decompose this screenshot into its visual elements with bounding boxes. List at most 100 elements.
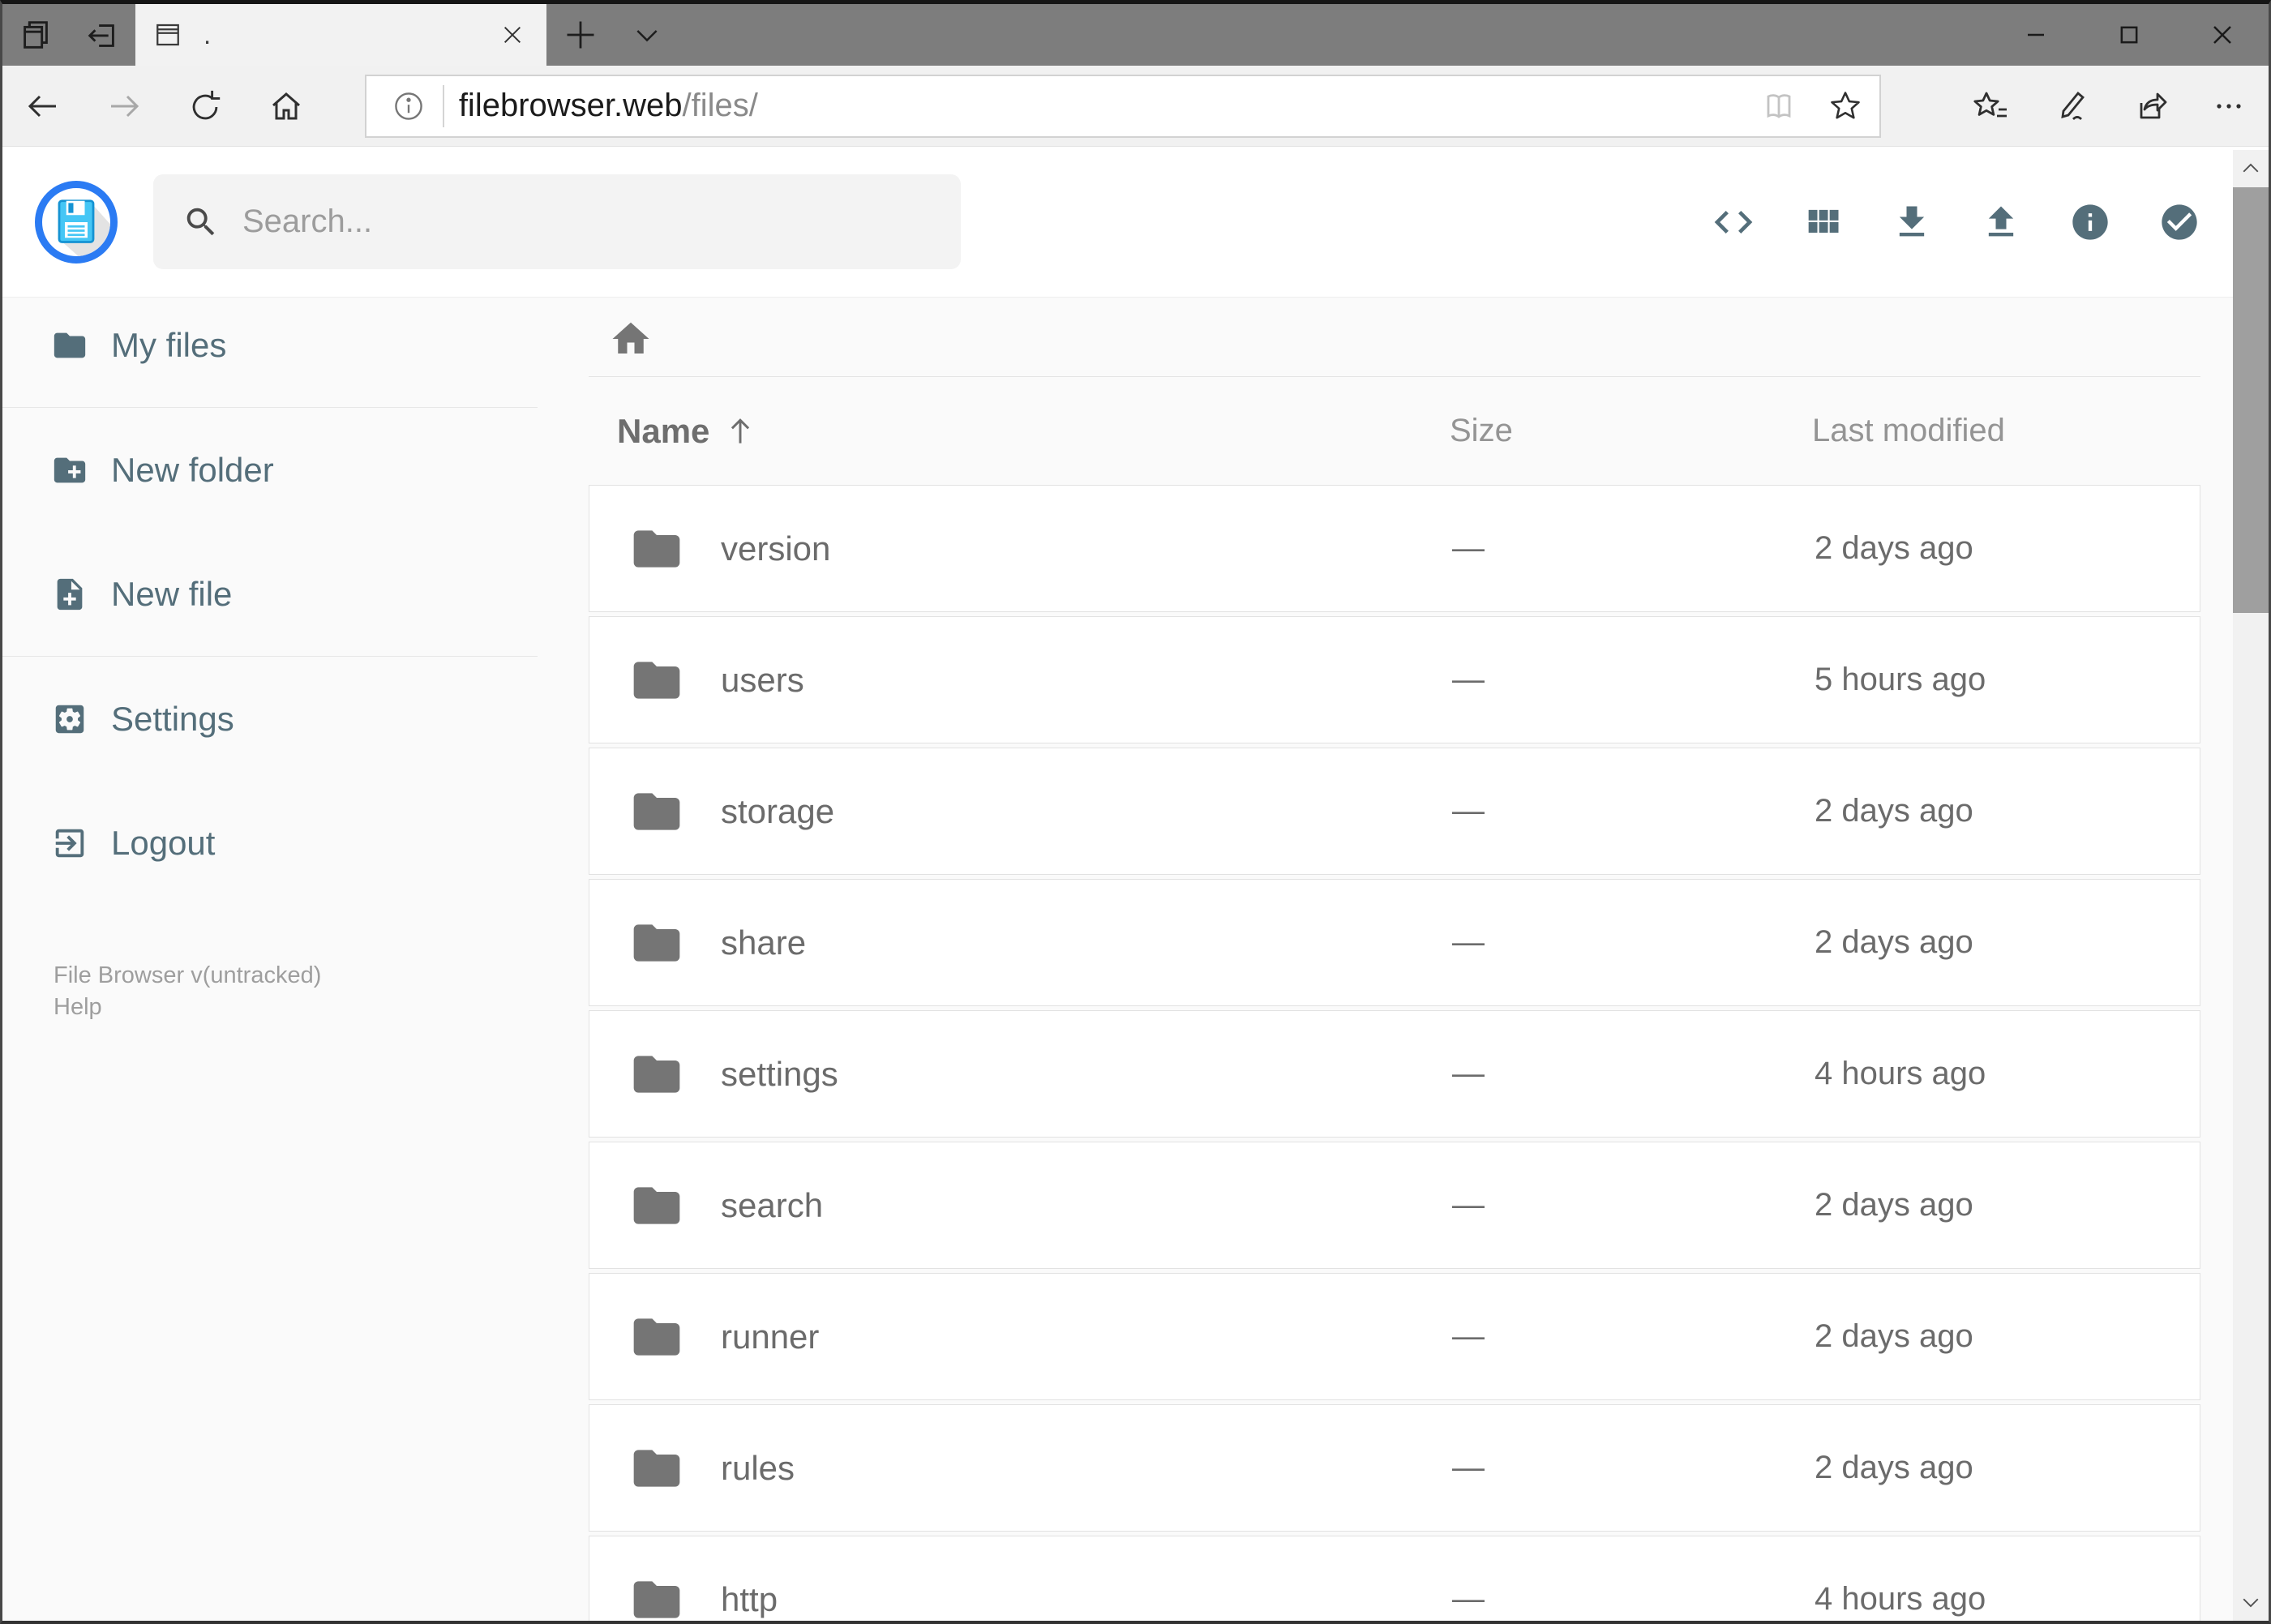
file-row[interactable]: search — 2 days ago (589, 1142, 2200, 1269)
tab-preview-button[interactable] (2, 4, 69, 66)
sort-by-size-header[interactable]: Size (1448, 413, 1810, 449)
browser-tab[interactable]: . (135, 4, 546, 66)
file-size: — (1452, 662, 1485, 697)
reading-view-icon[interactable] (1759, 87, 1798, 126)
check-circle-icon (2162, 204, 2197, 240)
sidebar-item-new-file[interactable]: New file (2, 532, 538, 656)
upload-button[interactable] (1956, 178, 2046, 267)
sort-by-name-header[interactable]: Name (589, 412, 1448, 451)
note-add-icon (57, 578, 83, 610)
grid-view-icon (1808, 209, 1839, 233)
favorites-hub-icon (1971, 87, 2010, 126)
folder-icon (633, 792, 680, 830)
file-row[interactable]: users — 5 hours ago (589, 616, 2200, 743)
sidebar-item-logout[interactable]: Logout (2, 781, 538, 905)
sidebar-item-settings[interactable]: Settings (2, 657, 538, 781)
forward-button[interactable] (84, 66, 165, 147)
sidebar-item-label: Settings (111, 699, 234, 738)
header-actions (1689, 178, 2224, 267)
code-icon (1714, 210, 1753, 234)
info-icon (2072, 204, 2108, 240)
maximize-button[interactable] (2082, 4, 2175, 66)
new-tab-button[interactable] (546, 4, 615, 66)
back-button[interactable] (2, 66, 84, 147)
file-row[interactable]: version — 2 days ago (589, 485, 2200, 612)
file-modified: 2 days ago (1815, 530, 1973, 566)
file-name: storage (721, 791, 835, 830)
breadcrumb-home-button[interactable] (609, 317, 653, 361)
file-name: search (721, 1185, 824, 1224)
select-multiple-button[interactable] (2135, 178, 2224, 267)
refresh-icon (186, 88, 224, 125)
settings-gear-icon (55, 705, 84, 733)
file-size: — (1452, 530, 1485, 566)
file-size: — (1452, 924, 1485, 960)
file-row[interactable]: rules — 2 days ago (589, 1404, 2200, 1532)
address-bar[interactable]: filebrowser.web/files/ (364, 74, 1881, 138)
file-row[interactable]: share — 2 days ago (589, 879, 2200, 1006)
favorites-hub-button[interactable] (1951, 66, 2030, 147)
file-modified: 2 days ago (1815, 793, 1973, 829)
minimize-button[interactable] (1989, 4, 2082, 66)
file-browser-logo[interactable] (35, 180, 118, 264)
file-modified: 4 hours ago (1815, 1056, 1986, 1091)
close-window-button[interactable] (2175, 4, 2269, 66)
file-name: runner (721, 1317, 820, 1356)
tab-list-dropdown-button[interactable] (615, 4, 679, 66)
annotate-pen-button[interactable] (2030, 66, 2110, 147)
chevron-up-icon (2243, 163, 2259, 173)
download-button[interactable] (1867, 178, 1956, 267)
sort-by-modified-header[interactable]: Last modified (1810, 413, 2200, 449)
file-modified: 2 days ago (1815, 924, 1973, 960)
forward-arrow-icon (105, 87, 144, 126)
sidebar-item-label: Logout (111, 823, 216, 862)
file-name: rules (721, 1448, 795, 1487)
home-icon (267, 87, 306, 126)
file-row[interactable]: storage — 2 days ago (589, 748, 2200, 875)
help-link[interactable]: Help (54, 992, 102, 1023)
info-button[interactable] (2046, 178, 2135, 267)
sidebar-item-my-files[interactable]: My files (2, 301, 538, 407)
favorite-star-icon[interactable] (1828, 88, 1863, 124)
sidebar-item-label: New folder (111, 450, 274, 489)
shell-code-button[interactable] (1689, 178, 1778, 267)
browser-window: . filebrowser.web/files/ Search... My fi… (0, 0, 2271, 1624)
maximize-icon (2113, 19, 2145, 51)
file-row[interactable]: http — 4 hours ago (589, 1536, 2200, 1621)
set-tabs-aside-icon (84, 16, 121, 54)
file-name: version (721, 529, 831, 568)
file-modified: 2 days ago (1815, 1187, 1973, 1223)
file-name: settings (721, 1054, 838, 1093)
content-area: My files New folder New file Settings Lo… (2, 301, 2269, 1621)
scroll-up-button[interactable] (2233, 150, 2269, 187)
folder-icon (633, 1318, 680, 1356)
browser-home-button[interactable] (246, 66, 327, 147)
ellipsis-icon (2209, 87, 2248, 126)
exit-to-app-icon (55, 829, 84, 857)
site-info-icon[interactable] (391, 88, 426, 124)
refresh-button[interactable] (165, 66, 246, 147)
home-icon (612, 322, 649, 354)
tab-favicon (153, 20, 182, 49)
share-button[interactable] (2110, 66, 2189, 147)
search-input[interactable]: Search... (153, 174, 961, 269)
scrollbar-thumb[interactable] (2233, 187, 2269, 613)
tab-close-icon[interactable] (499, 22, 525, 48)
set-tabs-aside-button[interactable] (69, 4, 135, 66)
grid-view-button[interactable] (1778, 178, 1867, 267)
sidebar-item-label: New file (111, 574, 233, 613)
file-name: users (721, 660, 804, 699)
folder-icon (633, 1055, 680, 1093)
more-options-button[interactable] (2189, 66, 2269, 147)
back-arrow-icon (24, 87, 62, 126)
chevron-down-icon (631, 19, 663, 51)
vertical-scrollbar[interactable] (2233, 150, 2269, 1621)
url-text[interactable]: filebrowser.web/files/ (459, 88, 1759, 124)
sidebar-item-new-folder[interactable]: New folder (2, 408, 538, 532)
file-listing: Name Size Last modified version — 2 days… (589, 301, 2200, 1621)
scroll-down-button[interactable] (2233, 1583, 2269, 1621)
file-row[interactable]: settings — 4 hours ago (589, 1010, 2200, 1138)
folder-icon (633, 1580, 680, 1618)
folder-icon (633, 923, 680, 962)
file-row[interactable]: runner — 2 days ago (589, 1273, 2200, 1400)
